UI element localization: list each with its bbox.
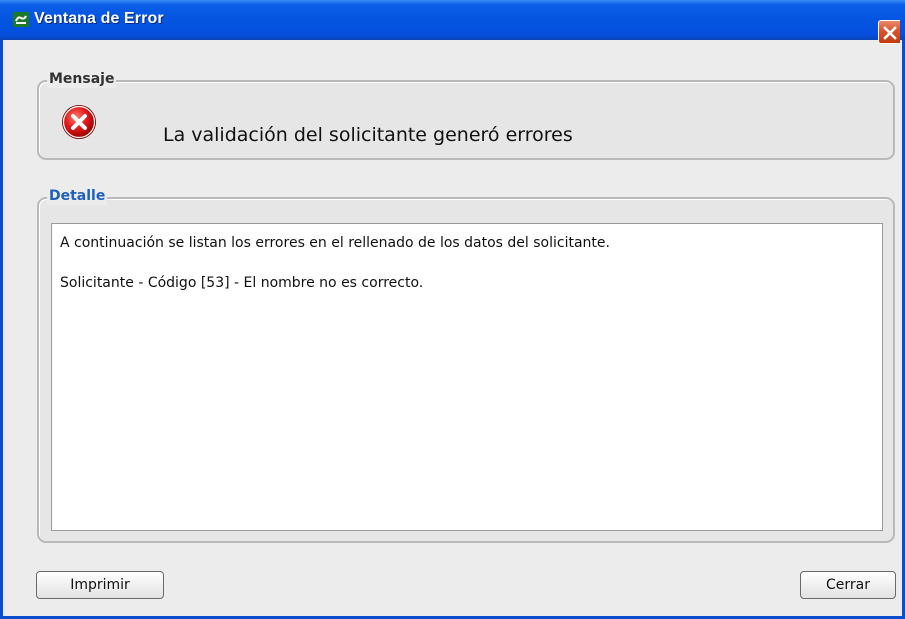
error-dialog-window: Ventana de Error Mensaje La validación d…	[0, 0, 905, 619]
message-group-label: Mensaje	[47, 70, 117, 88]
title-bar[interactable]: Ventana de Error	[0, 0, 905, 44]
close-icon	[883, 26, 897, 40]
app-icon	[13, 12, 29, 27]
detail-group: Detalle A continuación se listan los err…	[37, 187, 895, 543]
message-group: Mensaje La validación del solicitante ge…	[37, 70, 895, 160]
close-button[interactable]: Cerrar	[800, 571, 896, 599]
detail-line: A continuación se listan los errores en …	[60, 235, 610, 251]
detail-group-label: Detalle	[47, 187, 108, 205]
error-message: La validación del solicitante generó err…	[163, 124, 573, 146]
window-title: Ventana de Error	[34, 10, 164, 27]
detail-text-area[interactable]: A continuación se listan los errores en …	[51, 223, 883, 531]
detail-line: Solicitante - Código [53] - El nombre no…	[60, 275, 424, 291]
error-icon	[61, 104, 97, 140]
print-button[interactable]: Imprimir	[36, 571, 164, 599]
window-close-button[interactable]	[878, 20, 900, 44]
